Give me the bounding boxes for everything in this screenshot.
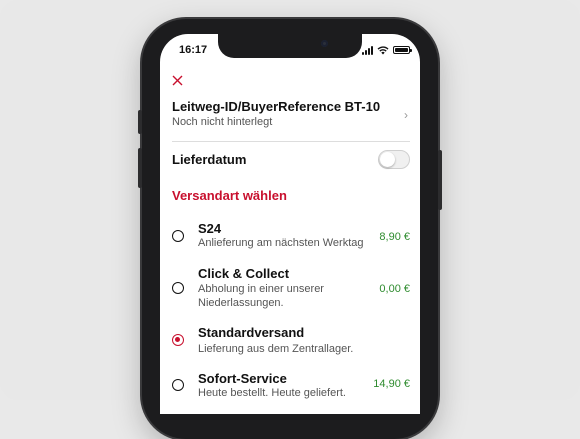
versandart-title: Versandart wählen — [172, 188, 287, 203]
shipping-option-desc-line2: Niederlassungen. — [198, 297, 284, 309]
radio-button[interactable] — [172, 379, 184, 391]
toggle-knob — [380, 152, 395, 167]
radio-button-selected[interactable] — [172, 334, 184, 346]
chevron-right-icon: › — [404, 108, 408, 122]
shipping-option-name: Sofort-Service — [198, 371, 287, 386]
lieferdatum-toggle[interactable] — [378, 150, 410, 169]
phone-volume-up — [138, 148, 142, 188]
radio-button[interactable] — [172, 230, 184, 242]
status-icons — [362, 44, 412, 56]
close-button[interactable] — [172, 74, 186, 88]
leitweg-title: Leitweg-ID/BuyerReference BT-10 — [172, 99, 381, 114]
camera-icon — [321, 40, 328, 47]
battery-icon — [393, 46, 412, 54]
wifi-icon — [377, 45, 389, 54]
radio-button[interactable] — [172, 282, 184, 294]
shipping-option-name: S24 — [198, 221, 222, 236]
close-icon — [172, 75, 183, 86]
shipping-option-name: Click & Collect — [198, 266, 290, 281]
cellular-signal-icon — [362, 45, 373, 55]
status-time: 16:17 — [179, 44, 208, 56]
phone-power-button — [438, 150, 442, 210]
lieferdatum-label: Lieferdatum — [172, 152, 247, 167]
phone-notch — [218, 34, 362, 58]
shipping-option-desc: Heute bestellt. Heute geliefert. — [198, 387, 346, 399]
shipping-option-desc: Lieferung aus dem Zentrallager. — [198, 343, 354, 355]
shipping-option-price: 0,00 € — [379, 283, 410, 295]
shipping-option-desc: Anlieferung am nächsten Werktag — [198, 237, 364, 249]
shipping-option-desc: Abholung in einer unserer — [198, 283, 324, 295]
leitweg-subtitle: Noch nicht hinterlegt — [172, 116, 273, 128]
shipping-option-price: 14,90 € — [373, 378, 410, 390]
divider — [172, 141, 410, 142]
shipping-option-name: Standardversand — [198, 325, 305, 340]
phone-mute-switch — [138, 110, 142, 134]
shipping-option-price: 8,90 € — [379, 231, 410, 243]
